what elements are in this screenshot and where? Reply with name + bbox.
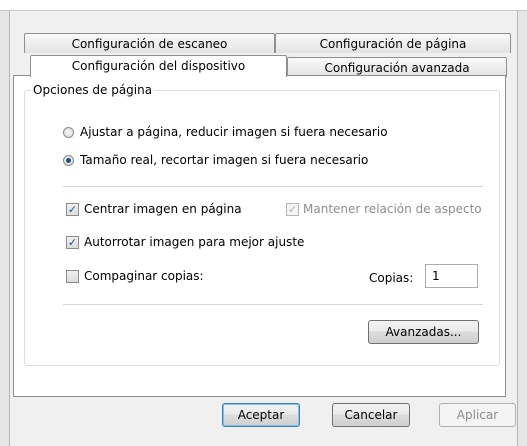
tab-page-settings[interactable]: Configuración de página — [275, 33, 511, 53]
cancel-button[interactable]: Cancelar — [332, 403, 410, 427]
tab-advanced-settings[interactable]: Configuración avanzada — [287, 57, 507, 77]
apply-button[interactable]: Aplicar — [439, 403, 516, 427]
ok-button[interactable]: Aceptar — [222, 403, 300, 427]
tab-device-settings[interactable]: Configuración del dispositivo — [30, 55, 287, 77]
tab-scan-settings[interactable]: Configuración de escaneo — [24, 33, 275, 53]
tab-panel-device-settings — [13, 75, 506, 397]
